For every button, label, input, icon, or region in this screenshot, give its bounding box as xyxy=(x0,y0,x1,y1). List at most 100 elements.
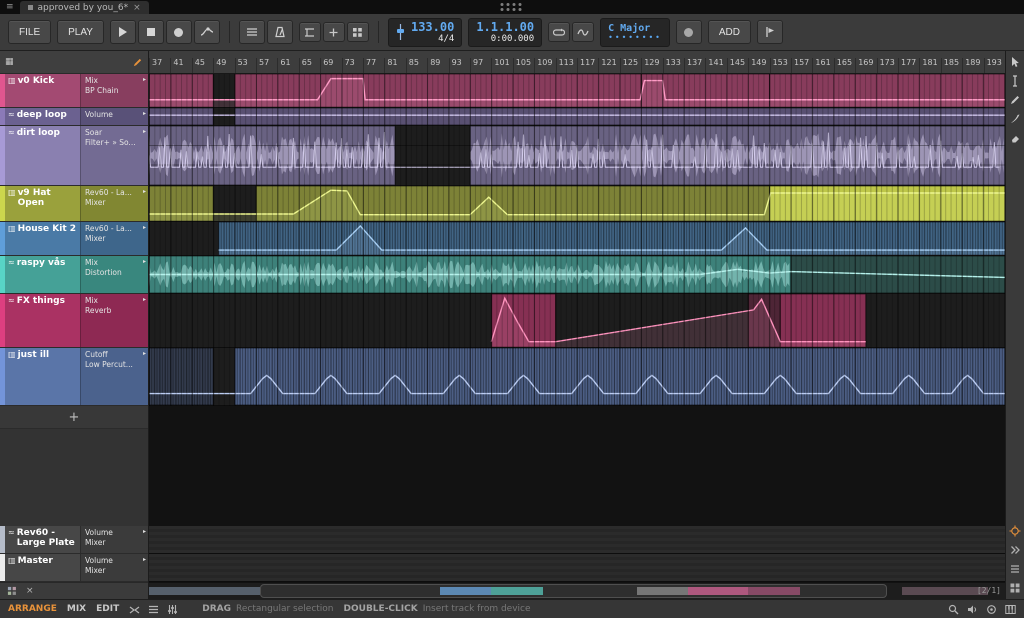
chevron-right-icon[interactable]: ▸ xyxy=(143,76,146,84)
clip[interactable] xyxy=(235,108,1005,125)
chevron-right-icon[interactable]: ▸ xyxy=(143,350,146,358)
play-mode-button[interactable]: PLAY xyxy=(57,20,104,44)
list-tool-icon[interactable] xyxy=(1009,563,1021,575)
arranger-row-dirt-loop[interactable] xyxy=(149,126,1005,186)
track-device-chain[interactable]: MixDistortion▸ xyxy=(80,256,148,293)
knife-tool-icon[interactable] xyxy=(1009,113,1021,125)
track-header-master[interactable]: ▥MasterVolumeMixer▸ xyxy=(0,554,148,582)
track-grid-icon[interactable]: ▦ xyxy=(5,57,14,67)
tab-edit[interactable]: EDIT xyxy=(96,604,119,614)
capture-button[interactable] xyxy=(676,20,702,44)
loop-button[interactable] xyxy=(548,22,570,42)
punch-in-button[interactable] xyxy=(299,22,321,42)
double-chevron-tool-icon[interactable] xyxy=(1009,544,1021,556)
touch-icon[interactable] xyxy=(986,604,997,615)
automation-write-button[interactable] xyxy=(194,20,220,44)
pointer-tool-icon[interactable] xyxy=(1009,56,1021,68)
track-header-just-ill[interactable]: ▥just illCutoffLow Percut...▸ xyxy=(0,348,148,406)
pencil-tool-icon[interactable] xyxy=(1009,94,1021,106)
window-menu-icon[interactable]: ≡ xyxy=(6,2,14,12)
search-icon[interactable] xyxy=(948,604,959,615)
footer-close-icon[interactable]: × xyxy=(26,586,34,596)
tempo-value[interactable]: 133.00 xyxy=(411,21,454,33)
ibeam-tool-icon[interactable] xyxy=(1009,75,1021,87)
add-track-button[interactable]: ADD xyxy=(708,20,751,44)
arranger-row-house-kit-2[interactable] xyxy=(149,222,1005,256)
chevron-right-icon[interactable]: ▸ xyxy=(143,224,146,232)
project-tab[interactable]: approved by you_6* × xyxy=(20,1,149,14)
arranger-row-v9-hat-open[interactable] xyxy=(149,186,1005,222)
record-button[interactable] xyxy=(166,20,192,44)
position-display[interactable]: 1.1.1.00 0:00.000 xyxy=(468,18,542,47)
layers-button[interactable] xyxy=(239,20,265,44)
arranger-row-raspy-v-s[interactable] xyxy=(149,256,1005,294)
track-device-chain[interactable]: Rev60 - La...Mixer▸ xyxy=(80,186,148,221)
track-header-raspy-v-s[interactable]: ≈raspy våsMixDistortion▸ xyxy=(0,256,148,294)
clip[interactable] xyxy=(780,294,866,347)
metronome-button[interactable] xyxy=(267,20,293,44)
chevron-right-icon[interactable]: ▸ xyxy=(143,556,146,564)
arranger-row-v0-kick[interactable] xyxy=(149,74,1005,108)
footer-grid-icon[interactable] xyxy=(7,586,17,596)
chevron-right-icon[interactable]: ▸ xyxy=(143,188,146,196)
key-display[interactable]: C Major •••••••• xyxy=(600,18,670,47)
dual-panel-icon[interactable] xyxy=(129,604,140,615)
track-device-chain[interactable]: VolumeMixer▸ xyxy=(80,554,148,581)
track-header-dirt-loop[interactable]: ≈dirt loopSoarFilter+ » So...▸ xyxy=(0,126,148,186)
arranger-row-just-ill[interactable] xyxy=(149,348,1005,406)
time-signature[interactable]: 4/4 xyxy=(438,35,454,44)
track-device-chain[interactable]: CutoffLow Percut...▸ xyxy=(80,348,148,405)
scrollbar-thumb[interactable] xyxy=(260,584,887,598)
horizontal-scrollbar[interactable]: [2/1] xyxy=(149,582,1005,599)
playhead-position[interactable]: 1.1.1.00 xyxy=(476,21,534,33)
tempo-display[interactable]: 133.00 4/4 xyxy=(388,18,462,47)
track-device-chain[interactable]: MixReverb▸ xyxy=(80,294,148,347)
audio-engine-icon[interactable] xyxy=(967,604,978,615)
tab-mix[interactable]: MIX xyxy=(67,604,86,614)
arranger-row-fx-things[interactable] xyxy=(149,294,1005,348)
eraser-tool-icon[interactable] xyxy=(1009,132,1021,144)
track-header-rev60-large-plate[interactable]: ≈Rev60 - Large PlateVolumeMixer▸ xyxy=(0,526,148,554)
ruler-bar-label: 73 xyxy=(342,58,355,73)
tab-close-icon[interactable]: × xyxy=(133,3,141,13)
chevron-right-icon[interactable]: ▸ xyxy=(143,258,146,266)
groove-button[interactable] xyxy=(572,22,594,42)
crosshair-tool-icon[interactable] xyxy=(1009,525,1021,537)
ruler-bar-label: 57 xyxy=(256,58,269,73)
track-header-house-kit-2[interactable]: ▥House Kit 2Rev60 - La...Mixer▸ xyxy=(0,222,148,256)
track-header-fx-things[interactable]: ≈FX thingsMixReverb▸ xyxy=(0,294,148,348)
track-header-panel: ▦ ▥v0 KickMixBP Chain▸≈deep loopVolume▸≈… xyxy=(0,51,149,599)
file-button[interactable]: FILE xyxy=(8,20,51,44)
chevron-right-icon[interactable]: ▸ xyxy=(143,128,146,136)
chevron-right-icon[interactable]: ▸ xyxy=(143,528,146,536)
track-header-v9-hat-open[interactable]: ▥v9 Hat OpenRev60 - La...Mixer▸ xyxy=(0,186,148,222)
edit-pencil-icon[interactable] xyxy=(132,57,143,68)
piano-keyboard-icon[interactable] xyxy=(1005,604,1016,615)
chevron-right-icon[interactable]: ▸ xyxy=(143,296,146,304)
add-clip-button[interactable] xyxy=(323,22,345,42)
tab-arrange[interactable]: ARRANGE xyxy=(8,604,57,614)
track-device-chain[interactable]: SoarFilter+ » So...▸ xyxy=(80,126,148,185)
mixer-icon[interactable] xyxy=(167,604,178,615)
add-track-row[interactable]: + xyxy=(0,406,148,429)
grid-tool-icon[interactable] xyxy=(1009,582,1021,594)
snap-grid-button[interactable] xyxy=(347,22,369,42)
track-device-chain[interactable]: Rev60 - La...Mixer▸ xyxy=(80,222,148,255)
stop-button[interactable] xyxy=(138,20,164,44)
track-header-v0-kick[interactable]: ▥v0 KickMixBP Chain▸ xyxy=(0,74,148,108)
playhead-time[interactable]: 0:00.000 xyxy=(491,35,534,44)
track-device-chain[interactable]: VolumeMixer▸ xyxy=(80,526,148,553)
marker-button[interactable] xyxy=(757,20,783,44)
arranger-row-rev60-large-plate[interactable] xyxy=(149,526,1005,554)
chevron-right-icon[interactable]: ▸ xyxy=(143,110,146,118)
detail-list-icon[interactable] xyxy=(148,604,159,615)
bar-ruler[interactable]: 3741454953576165697377818589939710110510… xyxy=(149,51,1005,74)
play-button[interactable] xyxy=(110,20,136,44)
track-header-deep-loop[interactable]: ≈deep loopVolume▸ xyxy=(0,108,148,126)
arranger-empty-area[interactable] xyxy=(149,406,1005,526)
track-device-chain[interactable]: Volume▸ xyxy=(80,108,148,125)
arranger-row-deep-loop[interactable] xyxy=(149,108,1005,126)
clip[interactable] xyxy=(149,108,213,125)
track-device-chain[interactable]: MixBP Chain▸ xyxy=(80,74,148,107)
arranger-row-master[interactable] xyxy=(149,554,1005,582)
